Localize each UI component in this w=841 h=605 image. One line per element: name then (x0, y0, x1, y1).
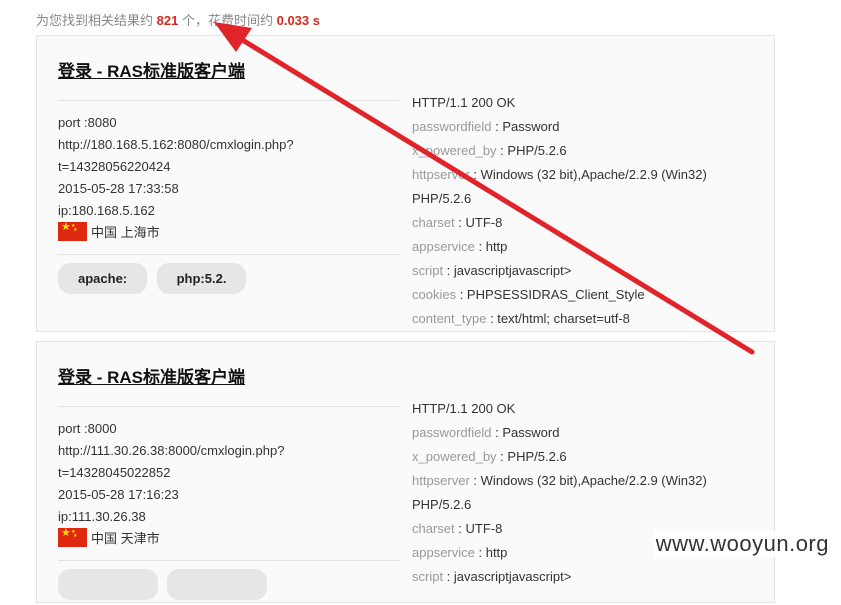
divider (58, 560, 399, 561)
header-row: x_powered_by : PHP/5.2.6 (412, 449, 567, 464)
http-headers: HTTP/1.1 200 OK passwordfield : Password… (412, 91, 707, 331)
result-title-link[interactable]: 登录 - RAS标准版客户端 (58, 57, 245, 82)
tag-php[interactable]: php:5.2. (156, 263, 247, 294)
result-card: 登录 - RAS标准版客户端 port :8000 http://111.30.… (36, 341, 775, 603)
header-row: appservice : http (412, 239, 508, 254)
header-row: script : javascriptjavascript> (412, 263, 572, 278)
header-row: x_powered_by : PHP/5.2.6 (412, 143, 567, 158)
china-flag-icon: ★ ★ ★ (58, 221, 87, 241)
header-row: PHP/5.2.6 (412, 497, 472, 512)
header-row: HTTP/1.1 200 OK (412, 95, 516, 110)
port-text: port :8080 (58, 115, 117, 130)
header-row: httpserver : Windows (32 bit),Apache/2.2… (412, 473, 707, 488)
url-text-cont: t=14328045022852 (58, 465, 171, 480)
location-text: 中国 天津市 (91, 531, 160, 546)
header-row: passwordfield : Password (412, 119, 560, 134)
ip-text: ip:180.168.5.162 (58, 203, 155, 218)
summary-prefix: 为您找到相关结果约 (36, 13, 154, 28)
url-text: http://180.168.5.162:8080/cmxlogin.php? (58, 137, 294, 152)
result-summary: 为您找到相关结果约 821 个，花费时间约 0.033 s (36, 10, 320, 29)
result-title-link[interactable]: 登录 - RAS标准版客户端 (58, 363, 245, 388)
header-row: cookies : PHPSESSIDRAS_Client_Style (412, 287, 645, 302)
date-text: 2015-05-28 17:33:58 (58, 181, 179, 196)
china-flag-icon: ★ ★ ★ (58, 527, 87, 547)
header-row: content_type : text/html; charset=utf-8 (412, 311, 630, 326)
http-headers: HTTP/1.1 200 OK passwordfield : Password… (412, 397, 707, 589)
header-row: script : javascriptjavascript> (412, 569, 572, 584)
header-row: HTTP/1.1 200 OK (412, 401, 516, 416)
url-text: http://111.30.26.38:8000/cmxlogin.php? (58, 443, 285, 458)
divider (58, 254, 399, 255)
location-text: 中国 上海市 (91, 225, 160, 240)
header-row: passwordfield : Password (412, 425, 560, 440)
location-row: ★ ★ ★ 中国 天津市 (58, 527, 284, 550)
ip-text: ip:111.30.26.38 (58, 509, 146, 524)
search-time: 0.033 s (276, 13, 320, 28)
header-row: httpserver : Windows (32 bit),Apache/2.2… (412, 167, 707, 182)
host-info: port :8080 http://180.168.5.162:8080/cmx… (58, 112, 294, 244)
result-count: 821 (156, 13, 179, 28)
header-row: PHP/5.2.6 (412, 191, 472, 206)
watermark-text: www.wooyun.org (653, 531, 831, 557)
host-info: port :8000 http://111.30.26.38:8000/cmxl… (58, 418, 284, 550)
result-card: 登录 - RAS标准版客户端 port :8080 http://180.168… (36, 35, 775, 332)
tag-apache[interactable]: apache: (58, 263, 148, 294)
port-text: port :8000 (58, 421, 117, 436)
location-row: ★ ★ ★ 中国 上海市 (58, 221, 294, 244)
header-row: charset : UTF-8 (412, 215, 503, 230)
url-text-cont: t=14328056220424 (58, 159, 171, 174)
date-text: 2015-05-28 17:16:23 (58, 487, 179, 502)
summary-middle: 个，花费时间约 (181, 13, 273, 28)
tag-list: apache: php:5.2. (58, 263, 251, 294)
divider (58, 406, 399, 407)
divider (58, 100, 399, 101)
tag-list (58, 569, 272, 605)
